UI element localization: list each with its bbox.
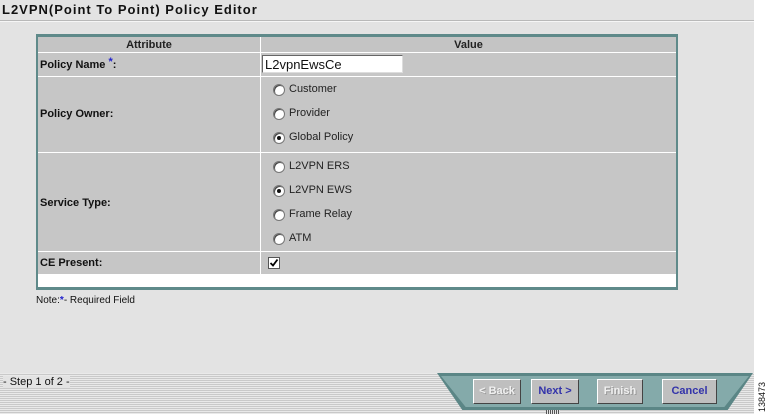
service-type-ews-label: L2VPN EWS — [289, 184, 352, 196]
note-prefix: Note: — [36, 295, 60, 306]
attributes-table: Attribute Value Policy Name *: Policy Ow… — [36, 34, 678, 290]
checkmark-icon — [269, 258, 279, 267]
table-header-row: Attribute Value — [38, 37, 676, 52]
policy-owner-customer-radio[interactable] — [273, 84, 285, 96]
header-value-cell: Value — [261, 37, 676, 52]
service-type-ers-label: L2VPN ERS — [289, 160, 350, 172]
policy-owner-global-radio[interactable] — [273, 132, 285, 144]
ce-present-label: CE Present: — [40, 257, 103, 269]
required-field-note: Note:*- Required Field — [36, 295, 135, 306]
policy-owner-provider-label: Provider — [289, 107, 330, 119]
policy-name-colon: : — [112, 59, 117, 71]
policy-owner-customer-label: Customer — [289, 83, 337, 95]
ce-present-checkbox[interactable] — [268, 257, 280, 269]
step-indicator: - Step 1 of 2 - — [3, 376, 70, 388]
policy-name-label-text: Policy Name — [40, 59, 106, 71]
service-type-atm-label: ATM — [289, 232, 312, 244]
service-type-atm-radio[interactable] — [273, 233, 285, 245]
service-type-attr-cell: Service Type: — [38, 153, 260, 251]
policy-name-attr-cell: Policy Name *: — [38, 53, 260, 76]
header-attribute: Attribute — [126, 39, 172, 51]
title-divider-highlight — [0, 21, 754, 22]
resize-grip-icon — [546, 410, 560, 414]
required-star: * — [108, 56, 113, 68]
policy-owner-provider-radio[interactable] — [273, 108, 285, 120]
service-type-label: Service Type: — [40, 197, 111, 209]
header-value: Value — [454, 39, 483, 51]
table-row-policy-name: Policy Name *: — [38, 53, 676, 76]
note-suffix: - Required Field — [63, 295, 135, 306]
service-type-frame-relay-radio[interactable] — [273, 209, 285, 221]
table-row-ce-present: CE Present: — [38, 252, 676, 274]
finish-button[interactable]: Finish — [597, 379, 643, 404]
service-type-ews-radio[interactable] — [273, 185, 285, 197]
table-row-policy-owner: Policy Owner: Customer Provider Global P… — [38, 77, 676, 152]
ce-present-attr-cell: CE Present: — [38, 252, 260, 274]
page-title: L2VPN(Point To Point) Policy Editor — [2, 2, 258, 17]
header-attribute-cell: Attribute — [38, 37, 260, 52]
policy-owner-label: Policy Owner: — [40, 108, 114, 120]
ce-present-value-cell — [261, 252, 676, 274]
policy-name-label: Policy Name *: — [40, 56, 117, 71]
policy-owner-attr-cell: Policy Owner: — [38, 77, 260, 152]
next-button[interactable]: Next > — [531, 379, 579, 404]
service-type-ers-radio[interactable] — [273, 161, 285, 173]
figure-id: 138473 — [757, 381, 767, 412]
back-button[interactable]: < Back — [473, 379, 521, 404]
service-type-frame-relay-label: Frame Relay — [289, 208, 352, 220]
policy-name-value-cell — [261, 53, 676, 76]
policy-name-input[interactable] — [262, 55, 403, 73]
policy-editor-window: L2VPN(Point To Point) Policy Editor Attr… — [0, 0, 754, 414]
policy-owner-value-cell: Customer Provider Global Policy — [261, 77, 676, 152]
service-type-value-cell: L2VPN ERS L2VPN EWS Frame Relay ATM — [261, 153, 676, 251]
cancel-button[interactable]: Cancel — [662, 379, 717, 404]
policy-owner-global-label: Global Policy — [289, 131, 354, 143]
table-row-service-type: Service Type: L2VPN ERS L2VPN EWS Frame … — [38, 153, 676, 251]
attributes-table-body: Attribute Value Policy Name *: Policy Ow… — [38, 37, 676, 287]
